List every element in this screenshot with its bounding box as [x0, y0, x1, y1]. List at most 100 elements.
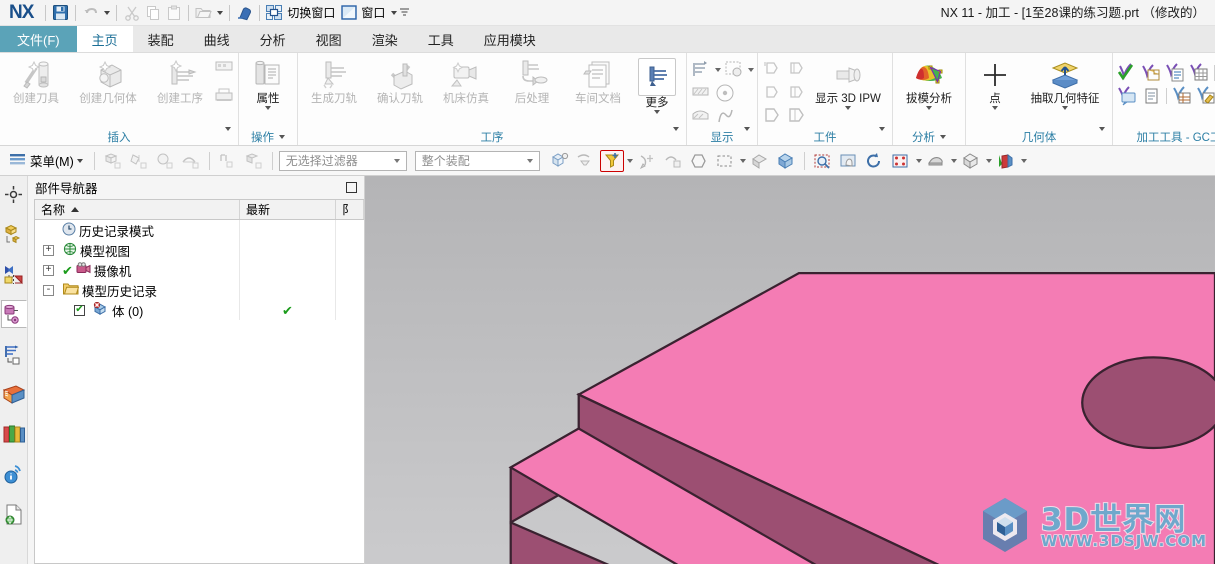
ipw-step5-icon[interactable] — [761, 105, 783, 126]
qat-overflow-icon[interactable] — [399, 3, 410, 23]
ipw-step3-icon[interactable] — [761, 82, 783, 103]
shop-documentation-button[interactable]: 车间文档 — [565, 56, 631, 105]
display-expand-icon[interactable] — [744, 126, 750, 143]
switch-window-icon[interactable] — [264, 2, 285, 23]
select-feature-icon[interactable] — [101, 150, 125, 172]
table-row[interactable]: - 模型历史记录 — [35, 280, 364, 300]
show-3d-ipw-button[interactable]: 显示 3D IPW — [807, 56, 889, 114]
constraint-navigator-icon[interactable] — [1, 220, 27, 248]
menu-button[interactable]: 菜单(M) — [4, 150, 88, 172]
machine-simulation-button[interactable]: 机床仿真 — [433, 56, 499, 105]
gc-comment-icon[interactable] — [1116, 85, 1138, 106]
expand-icon[interactable]: + — [43, 244, 54, 256]
filter-active-icon[interactable] — [599, 149, 624, 172]
selection-filter-dropdown-icon[interactable] — [390, 158, 404, 163]
table-row[interactable]: + ✔ 摄像机 — [35, 260, 364, 280]
solid-body-icon[interactable] — [774, 150, 798, 172]
render-style-dropdown-icon[interactable] — [1020, 158, 1027, 163]
operation-expand-icon[interactable] — [279, 134, 285, 139]
workpiece-expand-icon[interactable] — [879, 126, 885, 143]
column-name[interactable]: 名称 — [35, 200, 240, 219]
clear-filter-icon[interactable] — [574, 150, 598, 172]
tab-application[interactable]: 应用模块 — [468, 26, 551, 52]
analysis-expand-icon[interactable] — [940, 134, 946, 139]
properties-button[interactable]: 属性 — [242, 56, 294, 114]
display-region-icon[interactable] — [723, 59, 745, 80]
show-3d-ipw-dropdown-icon[interactable] — [845, 106, 851, 114]
ipw-step6-icon[interactable] — [785, 105, 807, 126]
create-geometry-button[interactable]: 创建几何体 — [69, 56, 147, 105]
copy-icon[interactable] — [142, 2, 163, 23]
tab-home[interactable]: 主页 — [76, 26, 133, 52]
table-row[interactable]: ✔ 体 (0) ✔ — [35, 300, 364, 320]
rectangle-select-dropdown-icon[interactable] — [739, 158, 746, 163]
window-dropdown-icon[interactable] — [388, 3, 399, 23]
ipw-step1-icon[interactable] — [761, 59, 783, 80]
select-component-icon[interactable] — [242, 150, 266, 172]
rotate-icon[interactable] — [863, 150, 887, 172]
window-button[interactable]: 窗口 — [338, 2, 399, 23]
selection-filter-combo[interactable]: 无选择过滤器 — [278, 150, 407, 171]
workpiece-icon[interactable] — [213, 59, 235, 80]
hexagon-icon[interactable] — [687, 150, 711, 172]
shaded-box-icon[interactable] — [959, 150, 983, 172]
properties-dropdown-icon[interactable] — [265, 106, 271, 114]
operation-navigator-icon[interactable] — [0, 300, 27, 328]
select-body-icon[interactable] — [153, 150, 177, 172]
display-cut-region-icon[interactable] — [690, 82, 712, 103]
assembly-navigator-icon[interactable] — [1, 180, 27, 208]
open-folder-icon[interactable] — [193, 2, 214, 23]
machine-icon[interactable] — [213, 82, 235, 103]
geometry-expand-icon[interactable] — [1099, 126, 1105, 143]
part-navigator-icon[interactable] — [1, 260, 27, 288]
table-row[interactable]: + 模型视图 — [35, 240, 364, 260]
view-style-icon[interactable] — [924, 150, 948, 172]
help-icon[interactable] — [1, 460, 27, 488]
point-dropdown-icon[interactable] — [992, 106, 998, 114]
visibility-checkbox[interactable]: ✔ — [74, 304, 85, 316]
create-tool-button[interactable]: 创建刀具 — [3, 56, 69, 105]
create-operation-button[interactable]: 创建工序 — [147, 56, 213, 105]
select-face-icon[interactable] — [127, 150, 151, 172]
undo-dropdown-icon[interactable] — [101, 3, 112, 23]
switch-window-button[interactable]: 切换窗口 — [264, 2, 338, 23]
table-row[interactable]: 历史记录模式 — [35, 220, 364, 240]
insert-expand-icon[interactable] — [225, 126, 231, 143]
extract-geometry-button[interactable]: 抽取几何特征 — [1021, 56, 1109, 114]
ipw-step2-icon[interactable] — [785, 59, 807, 80]
fit-view-dropdown-icon[interactable] — [915, 158, 922, 163]
selection-scope-combo[interactable]: 整个装配 — [414, 150, 540, 171]
eraser-icon[interactable] — [234, 2, 255, 23]
more-dropdown-icon[interactable] — [654, 110, 660, 118]
selection-scope-dropdown-icon[interactable] — [523, 158, 537, 163]
gc-list-icon[interactable] — [1164, 62, 1186, 83]
select-assembly-icon[interactable] — [548, 150, 572, 172]
cut-icon[interactable] — [121, 2, 142, 23]
gc-table-icon[interactable] — [1188, 62, 1210, 83]
column-extra[interactable]: 阝 — [336, 200, 364, 219]
web-browser-icon[interactable] — [1, 420, 27, 448]
post-process-button[interactable]: 后处理 — [499, 56, 565, 105]
display-center-icon[interactable] — [714, 82, 736, 103]
open-dropdown-icon[interactable] — [214, 3, 225, 23]
display-curve-icon[interactable] — [714, 105, 736, 126]
tab-render[interactable]: 渲染 — [356, 26, 413, 52]
tab-file[interactable]: 文件(F) — [0, 26, 77, 52]
pan-icon[interactable] — [837, 150, 861, 172]
select-curve-icon[interactable] — [216, 150, 240, 172]
point-button[interactable]: 点 — [969, 56, 1021, 114]
snap-point-icon[interactable] — [635, 150, 659, 172]
verify-toolpath-button[interactable]: 确认刀轨 — [367, 56, 433, 105]
generate-toolpath-button[interactable]: 生成刀轨 — [301, 56, 367, 105]
more-button[interactable]: 更多 — [631, 56, 683, 118]
roles-icon[interactable] — [1, 500, 27, 528]
expand-icon[interactable]: + — [43, 264, 54, 276]
view-style-dropdown-icon[interactable] — [950, 158, 957, 163]
display-toolpath-dropdown-icon[interactable] — [715, 67, 721, 72]
collapse-icon[interactable]: - — [43, 284, 54, 296]
ipw-step4-icon[interactable] — [785, 82, 807, 103]
tab-analysis[interactable]: 分析 — [244, 26, 301, 52]
column-uptodate[interactable]: 最新 — [240, 200, 336, 219]
shade-object-icon[interactable] — [748, 150, 772, 172]
tab-curve[interactable]: 曲线 — [188, 26, 245, 52]
